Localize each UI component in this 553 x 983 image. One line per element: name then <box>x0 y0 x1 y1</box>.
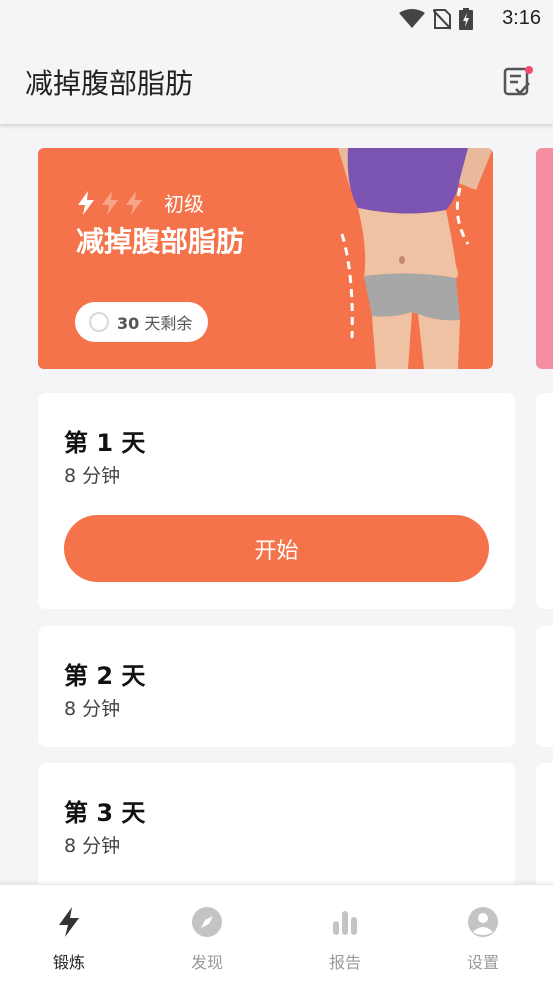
day-card-peek <box>536 626 553 747</box>
abs-model-image <box>338 148 493 369</box>
level-label: 初级 <box>164 192 204 216</box>
nav-item-report[interactable]: 报告 <box>276 885 414 983</box>
nav-item-settings[interactable]: 设置 <box>414 885 552 983</box>
day-duration: 8 分钟 <box>64 465 121 487</box>
day-title: 第 2 天 <box>64 662 146 690</box>
nav-item-discover[interactable]: 发现 <box>138 885 276 983</box>
plan-title: 减掉腹部脂肪 <box>76 225 245 258</box>
plan-hero-card[interactable]: 初级 减掉腹部脂肪 30 天剩余 <box>38 148 493 369</box>
battery-charging-icon <box>459 8 473 30</box>
lightning-icon <box>102 190 118 215</box>
lightning-icon <box>78 190 94 215</box>
next-plan-card-peek[interactable] <box>536 148 553 369</box>
status-bar: 3:16 <box>0 0 553 38</box>
day-card[interactable]: 第 2 天 8 分钟 <box>38 626 515 747</box>
day-duration: 8 分钟 <box>64 698 121 720</box>
days-left-label: 天剩余 <box>144 314 193 333</box>
no-sim-icon <box>433 9 451 30</box>
day-card-peek <box>536 763 553 884</box>
day-duration: 8 分钟 <box>64 835 121 857</box>
nav-item-workout[interactable]: 锻炼 <box>0 885 138 983</box>
intensity-row: 初级 <box>76 188 204 217</box>
profile-icon <box>468 907 498 937</box>
day-title: 第 3 天 <box>64 799 146 827</box>
status-time: 3:16 <box>502 7 541 29</box>
bottom-navigation: 锻炼 发现 报告 设置 <box>0 884 553 983</box>
wifi-icon <box>399 9 425 28</box>
page-title: 减掉腹部脂肪 <box>25 67 194 100</box>
app-bar: 减掉腹部脂肪 <box>0 38 553 124</box>
status-icons <box>399 8 473 30</box>
start-button[interactable]: 开始 <box>64 515 489 582</box>
day-card[interactable]: 第 3 天 8 分钟 <box>38 763 515 884</box>
plan-content[interactable]: 初级 减掉腹部脂肪 30 天剩余 第 1 天 8 分钟 开始 第 2 天 8 分… <box>0 124 553 884</box>
nav-label: 报告 <box>328 953 361 972</box>
progress-ring <box>89 312 109 332</box>
plan-checklist-button[interactable] <box>501 64 535 98</box>
notification-dot <box>525 66 533 74</box>
nav-label: 设置 <box>466 953 499 972</box>
checklist-icon <box>503 66 533 96</box>
day-card-peek <box>536 393 553 609</box>
day-title: 第 1 天 <box>64 429 146 457</box>
lightning-icon <box>59 907 79 937</box>
day-card[interactable]: 第 1 天 8 分钟 开始 <box>38 393 515 609</box>
lightning-icon <box>126 190 142 215</box>
bar-chart-icon <box>333 911 357 935</box>
nav-label: 锻炼 <box>52 953 85 972</box>
days-left-number: 30 <box>117 314 140 333</box>
compass-icon <box>192 907 222 937</box>
days-left-badge: 30 天剩余 <box>75 302 209 342</box>
nav-label: 发现 <box>190 953 223 972</box>
